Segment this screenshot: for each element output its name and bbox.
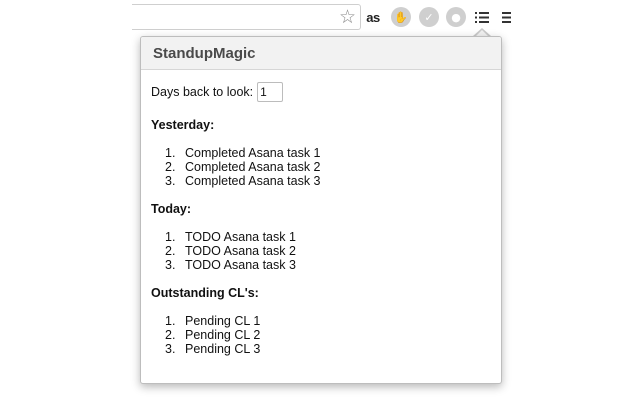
bookmark-star-icon[interactable]: ☆ [339,6,356,28]
list-item: 2. Pending CL 2 [165,328,261,342]
section-today: Today: 1. TODO Asana task 1 2. TODO Asana … [151,201,491,272]
task-list: 1. Pending CL 1 2. Pending CL 2 3. Pending … [151,314,491,356]
list-item: 2. Completed Asana task 2 [165,160,321,174]
days-back-input[interactable] [257,82,284,102]
task-text: Completed Asana task 3 [185,174,321,188]
list-item: 2. TODO Asana task 2 [165,244,296,258]
task-list: 1. Completed Asana task 1 2. Completed Asa… [151,146,491,188]
standupmagic-extension-icon[interactable] [472,7,492,27]
chat-extension-icon[interactable]: ● [446,7,466,27]
list-item: 3. Pending CL 3 [165,342,261,356]
list-item: 1. TODO Asana task 1 [165,230,296,244]
task-text: TODO Asana task 1 [185,230,296,244]
popup-header: StandupMagic [141,37,501,70]
task-text: Pending CL 3 [185,342,261,356]
section-heading: Yesterday: [151,118,215,132]
section-outstanding-cls: Outstanding CL's: 1. Pending CL 1 2. Pendi… [151,285,491,356]
list-item: 1. Completed Asana task 1 [165,146,321,160]
task-text: Completed Asana task 2 [185,160,321,174]
popup-title: StandupMagic [153,44,256,62]
section-yesterday: Yesterday: 1. Completed Asana task 1 2. Co… [151,117,491,188]
days-back-label: Days back to look: [151,85,254,99]
hand-extension-icon[interactable]: ✋ [391,7,411,27]
address-bar[interactable]: ☆ [132,4,361,30]
task-text: Completed Asana task 1 [185,146,321,160]
days-back-row: Days back to look: [151,80,491,104]
chrome-menu-icon[interactable] [496,7,516,27]
popup-body: Days back to look: Yesterday: 1.Complete… [141,70,501,356]
browser-toolbar: ☆ as ✋ ✓ ● [0,0,640,34]
check-extension-icon[interactable]: ✓ [419,7,439,27]
task-text: TODO Asana task 2 [185,244,296,258]
task-text: TODO Asana task 3 [185,258,296,272]
extension-popup: StandupMagic Days back to look: Yesterda… [140,36,502,384]
list-item: 1. Pending CL 1 [165,314,261,328]
section-heading: Outstanding CL's: [151,286,259,300]
lastfm-extension-icon[interactable]: as [363,7,383,27]
task-list: 1. TODO Asana task 1 2. TODO Asana task 2 … [151,230,491,272]
task-text: Pending CL 1 [185,314,261,328]
section-heading: Today: [151,202,192,216]
task-text: Pending CL 2 [185,328,261,342]
list-item: 3. Completed Asana task 3 [165,174,321,188]
list-item: 3. TODO Asana task 3 [165,258,296,272]
